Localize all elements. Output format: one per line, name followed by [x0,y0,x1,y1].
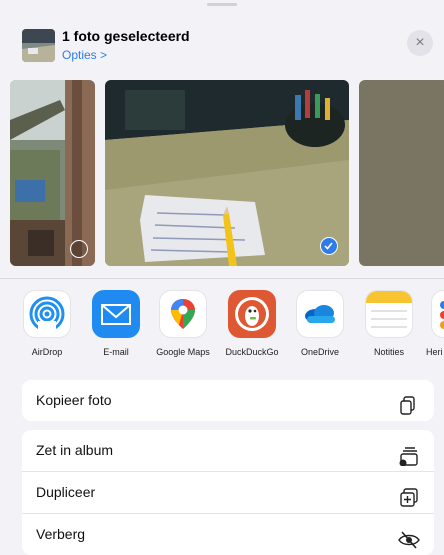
duckduckgo-icon [228,290,276,338]
photo-strip[interactable] [0,80,444,266]
options-link[interactable]: Opties > [62,48,107,62]
hide-label: Verberg [36,526,86,542]
duplicate-label: Dupliceer [36,484,96,500]
photo-unselected-circle[interactable] [70,240,88,258]
eye-slash-icon [398,525,420,549]
share-sheet-header: 1 foto geselecteerd Opties > × [0,8,444,70]
duplicate-action[interactable]: Dupliceer [22,471,434,513]
notes-icon [365,290,413,338]
copy-photo-action[interactable]: Kopieer foto [22,380,434,421]
album-actions-card: Zet in album Dupliceer Verberg [22,430,434,555]
app-airdrop[interactable]: AirDrop [12,290,82,357]
app-label: E-mail [103,347,129,357]
photo-next[interactable] [359,80,444,266]
hide-action[interactable]: Verberg [22,513,434,555]
app-duckduckgo[interactable]: DuckDuckGo [217,290,287,357]
app-reminders[interactable]: Heri [420,290,444,357]
app-label: Google Maps [156,347,210,357]
copy-photo-label: Kopieer foto [36,392,112,408]
app-label: Heri [426,347,443,357]
copy-photo-card: Kopieer foto [22,380,434,421]
app-email[interactable]: E-mail [81,290,151,357]
close-icon: × [415,34,425,51]
add-to-album-label: Zet in album [36,442,114,458]
selected-photo-thumbnail [22,29,55,62]
close-button[interactable]: × [407,30,433,56]
album-add-icon [398,441,420,467]
app-label: DuckDuckGo [225,347,279,357]
photo-selected-checkmark[interactable] [320,237,338,255]
sheet-grabber[interactable] [207,3,237,6]
add-to-album-action[interactable]: Zet in album [22,430,434,471]
duplicate-icon [398,483,420,507]
google-maps-icon [159,290,207,338]
section-divider [0,278,444,279]
copy-icon [398,391,420,415]
app-notes[interactable]: Notities [354,290,424,357]
mail-icon [92,290,140,338]
photo-previous[interactable] [10,80,95,266]
share-app-row[interactable]: AirDrop E-mail Google Maps DuckDuckGo On… [0,290,444,360]
onedrive-icon [296,290,344,338]
selection-title: 1 foto geselecteerd [62,28,190,44]
app-label: Notities [373,347,404,357]
app-onedrive[interactable]: OneDrive [285,290,355,357]
airdrop-icon [23,290,71,338]
app-label: OneDrive [300,347,339,357]
photo-selected[interactable] [105,80,349,266]
app-label: AirDrop [31,347,63,357]
app-google-maps[interactable]: Google Maps [148,290,218,357]
reminders-icon [431,290,444,338]
